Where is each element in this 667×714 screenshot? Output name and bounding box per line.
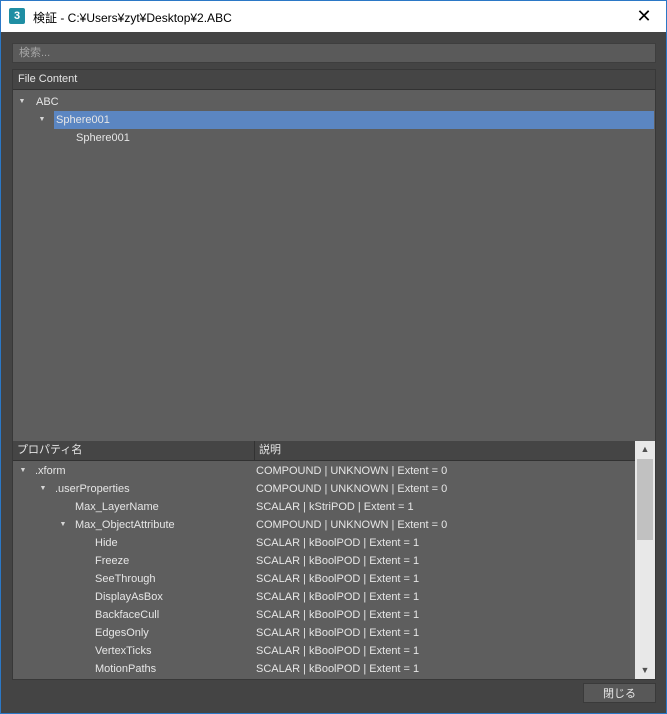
properties-header: プロパティ名 説明 [13,441,635,461]
column-header-property-name[interactable]: プロパティ名 [13,441,255,461]
properties-scrollbar[interactable]: ▲ ▼ [635,441,655,679]
expand-triangle-icon[interactable]: ▼ [18,462,28,480]
property-description: COMPOUND | UNKNOWN | Extent = 0 [256,465,448,477]
property-name: .xform [35,465,66,477]
property-description: SCALAR | kBoolPOD | Extent = 1 [256,627,420,639]
property-name: DisplayAsBox [95,591,163,603]
file-content-tree: ▼ ABC ▼ Sphere001 Sphere001 [13,91,655,439]
property-name: Hide [95,537,118,549]
property-description: SCALAR | kBoolPOD | Extent = 1 [256,663,420,675]
property-name: Freeze [95,555,130,567]
property-name: Max_LayerName [75,501,159,513]
property-description: COMPOUND | UNKNOWN | Extent = 0 [256,483,448,495]
property-row[interactable]: Max_LayerName SCALAR | kStriPOD | Extent … [13,498,635,516]
title-bar[interactable]: 3 検証 - C:¥Users¥zyt¥Desktop¥2.ABC ✕ [1,1,666,32]
property-name: VertexTicks [95,645,152,657]
file-content-header: File Content [13,70,655,90]
inspect-dialog: 3 検証 - C:¥Users¥zyt¥Desktop¥2.ABC ✕ File… [0,0,667,714]
property-row[interactable]: ▼ .userProperties COMPOUND | UNKNOWN | Ext… [13,480,635,498]
property-description: SCALAR | kBoolPOD | Extent = 1 [256,573,420,585]
tree-item[interactable]: ▼ Sphere001 [13,111,655,129]
property-description: SCALAR | kBoolPOD | Extent = 1 [256,537,420,549]
property-name: Max_ObjectAttribute [75,519,175,531]
property-name: MotionPaths [95,663,157,675]
property-description: SCALAR | kBoolPOD | Extent = 1 [256,555,420,567]
expand-triangle-icon[interactable]: ▼ [17,93,27,111]
property-row[interactable]: Hide SCALAR | kBoolPOD | Extent = 1 [13,534,635,552]
scroll-up-arrow-icon[interactable]: ▲ [635,441,655,458]
selection-highlight [54,111,654,129]
search-input[interactable] [12,43,656,63]
property-description: SCALAR | kBoolPOD | Extent = 1 [256,645,420,657]
expand-triangle-icon[interactable]: ▼ [38,480,48,498]
tree-item-label: Sphere001 [76,132,130,144]
property-row[interactable]: MotionPaths SCALAR | kBoolPOD | Extent = … [13,660,635,678]
expand-triangle-icon[interactable]: ▼ [58,516,68,534]
property-description: COMPOUND | UNKNOWN | Extent = 0 [256,519,448,531]
scroll-track[interactable] [637,459,653,661]
3dsmax-app-icon: 3 [9,8,25,24]
property-name: BackfaceCull [95,609,160,621]
property-row[interactable]: VertexTicks SCALAR | kBoolPOD | Extent = … [13,642,635,660]
column-header-description[interactable]: 説明 [255,441,635,461]
tree-item-label: Sphere001 [56,114,110,126]
property-name: SeeThrough [95,573,156,585]
window-title: 検証 - C:¥Users¥zyt¥Desktop¥2.ABC [33,11,232,25]
close-icon[interactable]: ✕ [622,1,666,32]
content-pane: File Content ▼ ABC ▼ Sphere001 Sphere001 プロパ… [12,69,656,680]
property-row[interactable]: Freeze SCALAR | kBoolPOD | Extent = 1 [13,552,635,570]
property-description: SCALAR | kBoolPOD | Extent = 1 [256,609,420,621]
property-name: .userProperties [55,483,130,495]
property-description: SCALAR | kBoolPOD | Extent = 1 [256,591,420,603]
scroll-down-arrow-icon[interactable]: ▼ [635,662,655,679]
tree-item[interactable]: Sphere001 [13,129,655,147]
property-row[interactable]: EdgesOnly SCALAR | kBoolPOD | Extent = 1 [13,624,635,642]
property-row[interactable]: ▼ .xform COMPOUND | UNKNOWN | Extent = 0 [13,462,635,480]
property-row[interactable]: BackfaceCull SCALAR | kBoolPOD | Extent =… [13,606,635,624]
expand-triangle-icon[interactable]: ▼ [37,111,47,129]
close-button[interactable]: 閉じる [583,683,656,703]
tree-item[interactable]: ▼ ABC [13,93,655,111]
properties-table: ▼ .xform COMPOUND | UNKNOWN | Extent = 0 ▼.… [13,462,635,679]
scroll-thumb[interactable] [637,459,653,540]
property-row[interactable]: ▼ Max_ObjectAttribute COMPOUND | UNKNOWN |… [13,516,635,534]
property-description: SCALAR | kStriPOD | Extent = 1 [256,501,414,513]
tree-item-label: ABC [36,96,59,108]
property-name: EdgesOnly [95,627,149,639]
property-row[interactable]: DisplayAsBox SCALAR | kBoolPOD | Extent =… [13,588,635,606]
property-row[interactable]: SeeThrough SCALAR | kBoolPOD | Extent = 1 [13,570,635,588]
